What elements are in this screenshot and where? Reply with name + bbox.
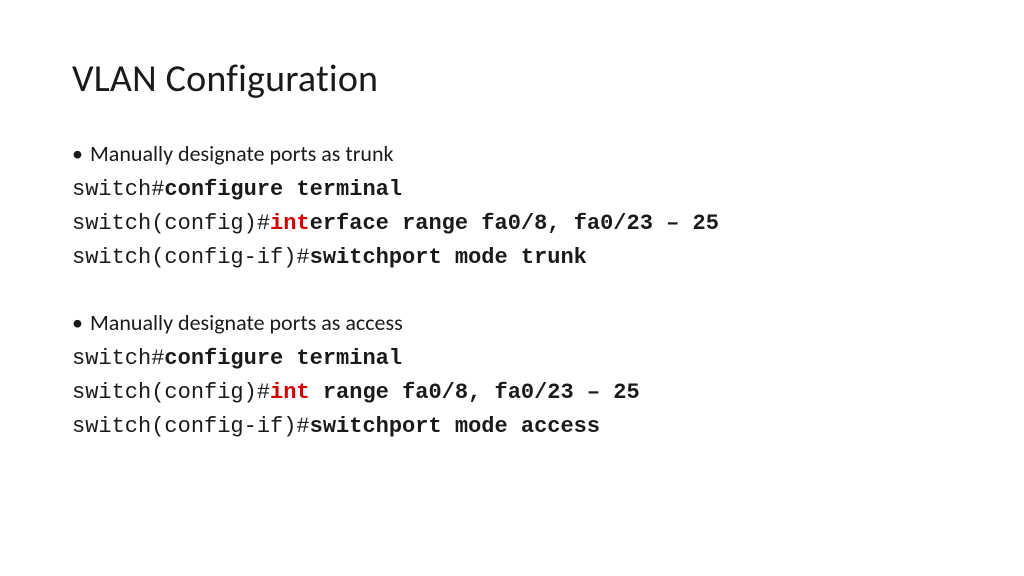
code-line: switch(config)#interface range fa0/8, fa…: [72, 207, 952, 241]
command: range fa0/8, fa0/23 – 25: [310, 380, 640, 405]
access-block: Manually designate ports as access switc…: [72, 309, 952, 444]
prompt: switch(config)#: [72, 211, 270, 236]
code-line: switch(config-if)#switchport mode trunk: [72, 241, 952, 275]
code-line: switch#configure terminal: [72, 342, 952, 376]
prompt: switch(config)#: [72, 380, 270, 405]
bullet-access: Manually designate ports as access: [72, 309, 952, 336]
prompt: switch#: [72, 346, 164, 371]
code-line: switch(config-if)#switchport mode access: [72, 410, 952, 444]
code-line: switch#configure terminal: [72, 173, 952, 207]
trunk-block: Manually designate ports as trunk switch…: [72, 140, 952, 275]
command: erface range fa0/8, fa0/23 – 25: [310, 211, 719, 236]
keyword-int: int: [270, 211, 310, 236]
command: configure terminal: [164, 346, 402, 371]
prompt: switch#: [72, 177, 164, 202]
code-line: switch(config)#int range fa0/8, fa0/23 –…: [72, 376, 952, 410]
prompt: switch(config-if)#: [72, 245, 310, 270]
keyword-int: int: [270, 380, 310, 405]
command: switchport mode access: [310, 414, 600, 439]
bullet-trunk: Manually designate ports as trunk: [72, 140, 952, 167]
prompt: switch(config-if)#: [72, 414, 310, 439]
slide-title: VLAN Configuration: [72, 56, 952, 102]
command: switchport mode trunk: [310, 245, 587, 270]
command: configure terminal: [164, 177, 402, 202]
